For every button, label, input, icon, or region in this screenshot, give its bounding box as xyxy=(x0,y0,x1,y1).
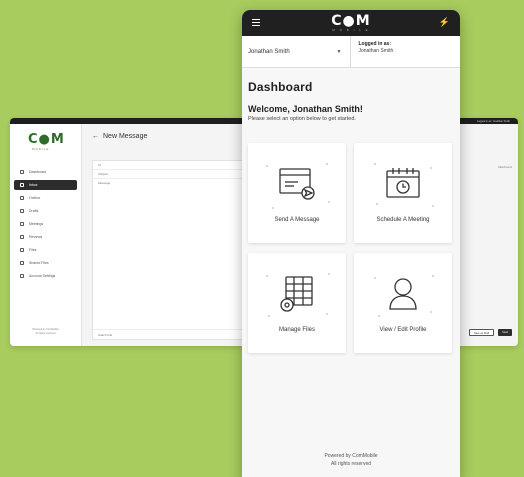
back-arrow-icon[interactable]: ← xyxy=(92,133,99,140)
reviews-icon xyxy=(20,235,24,239)
sidebar-item-inbox[interactable]: Inbox xyxy=(14,180,77,190)
sidebar-item-files[interactable]: Files xyxy=(14,245,77,255)
phone-footer-line2: All rights reserved xyxy=(330,461,371,467)
desktop-nav: Dashboard Inbox Outbox Drafts Meetings R… xyxy=(10,167,81,281)
files-icon xyxy=(20,248,24,252)
desktop-sidebar: C●M MOBILE Dashboard Inbox Outbox Drafts… xyxy=(10,124,82,346)
sidebar-item-label: Meetings xyxy=(29,222,44,226)
schedule-meeting-tile[interactable]: Schedule A Meeting xyxy=(354,143,452,243)
desktop-logo-sub: MOBILE xyxy=(32,147,50,151)
sidebar-item-label: Files xyxy=(29,248,37,252)
account-select[interactable]: Jonathan Smith ▼ xyxy=(242,36,351,67)
send-message-icon xyxy=(279,168,315,200)
gear-icon xyxy=(20,274,24,278)
phone-footer-line1: Powered by ComMobile xyxy=(324,453,378,459)
sidebar-item-reviews[interactable]: Reviews xyxy=(14,232,77,242)
schedule-meeting-icon xyxy=(386,168,420,198)
tile-label: Send A Message xyxy=(274,217,320,223)
hamburger-menu-icon[interactable] xyxy=(252,19,260,26)
phone-logo-text: C●M xyxy=(331,13,371,29)
grid-icon xyxy=(20,170,24,174)
sidebar-item-label: Inbox xyxy=(29,183,38,187)
sidebar-item-meetings[interactable]: Meetings xyxy=(14,219,77,229)
logged-in-label: Logged in as: xyxy=(358,41,392,47)
subject-field[interactable]: Subject xyxy=(93,170,261,179)
profile-icon xyxy=(389,278,417,310)
logged-in-user: Jonathan Smith xyxy=(358,48,394,54)
sidebar-item-outbox[interactable]: Outbox xyxy=(14,193,77,203)
sidebar-item-shared-files[interactable]: Shared Files xyxy=(14,258,77,268)
welcome-heading: Welcome, Jonathan Smith! xyxy=(248,104,363,114)
desktop-actions: Save as Draft Send xyxy=(469,329,512,336)
sidebar-item-label: Outbox xyxy=(29,196,41,200)
sidebar-item-label: Reviews xyxy=(29,235,43,239)
logout-icon[interactable]: ⚡ xyxy=(439,17,450,28)
desktop-logo: C●M xyxy=(28,132,65,147)
phone-logo-sub: M O B I L E xyxy=(332,28,370,32)
sidebar-item-dashboard[interactable]: Dashboard xyxy=(14,167,77,177)
tile-label: Manage Files xyxy=(278,327,316,333)
phone-top-bar: C●M M O B I L E ⚡ xyxy=(242,10,460,36)
page-title: New Message xyxy=(103,132,148,140)
sidebar-item-label: Account Settings xyxy=(29,274,56,278)
inbox-icon xyxy=(20,183,24,187)
logged-in-info: Logged in as: Jonathan Smith xyxy=(351,36,461,67)
sidebar-item-label: Drafts xyxy=(29,209,39,213)
phone-screen: C●M M O B I L E ⚡ Jonathan Smith ▼ Logge… xyxy=(242,10,460,477)
desktop-footer-line2: All rights reserved xyxy=(35,332,56,335)
desktop-footer: Powered by ComMobile All rights reserved xyxy=(10,328,81,336)
tile-label: View / Edit Profile xyxy=(379,327,427,333)
chevron-down-icon: ▼ xyxy=(336,48,342,55)
attachments-label: Attachments xyxy=(498,166,512,169)
account-bar: Jonathan Smith ▼ Logged in as: Jonathan … xyxy=(242,36,460,68)
outbox-icon xyxy=(20,196,24,200)
account-select-value: Jonathan Smith xyxy=(248,48,290,55)
save-draft-button[interactable]: Save as Draft xyxy=(469,329,495,336)
manage-files-tile[interactable]: Manage Files xyxy=(248,253,346,353)
attach-file-button[interactable]: Attach File xyxy=(93,329,261,339)
phone-body: Dashboard Welcome, Jonathan Smith! Pleas… xyxy=(242,80,460,353)
dashboard-tiles: Send A Message Schedule A Meeting Manage… xyxy=(248,143,454,353)
welcome-description: Please select an option below to get sta… xyxy=(248,116,356,122)
sidebar-item-label: Dashboard xyxy=(29,170,47,174)
message-form: To Subject Message Attach File xyxy=(92,160,262,340)
sidebar-item-account-settings[interactable]: Account Settings xyxy=(14,271,77,281)
profile-tile[interactable]: View / Edit Profile xyxy=(354,253,452,353)
calendar-icon xyxy=(20,222,24,226)
desktop-logged-in: Logged in as: Jonathan Smith xyxy=(476,120,510,123)
sidebar-item-drafts[interactable]: Drafts xyxy=(14,206,77,216)
send-message-tile[interactable]: Send A Message xyxy=(248,143,346,243)
send-button[interactable]: Send xyxy=(498,329,512,336)
drafts-icon xyxy=(20,209,24,213)
phone-footer: Powered by ComMobile All rights reserved xyxy=(242,452,460,468)
tile-label: Schedule A Meeting xyxy=(376,217,430,223)
message-field[interactable]: Message xyxy=(93,179,261,188)
phone-logo: C●M M O B I L E xyxy=(331,14,370,32)
to-field[interactable]: To xyxy=(93,161,261,170)
page-title: Dashboard xyxy=(248,80,313,94)
sidebar-item-label: Shared Files xyxy=(29,261,49,265)
shared-files-icon xyxy=(20,261,24,265)
manage-files-icon xyxy=(280,276,313,312)
